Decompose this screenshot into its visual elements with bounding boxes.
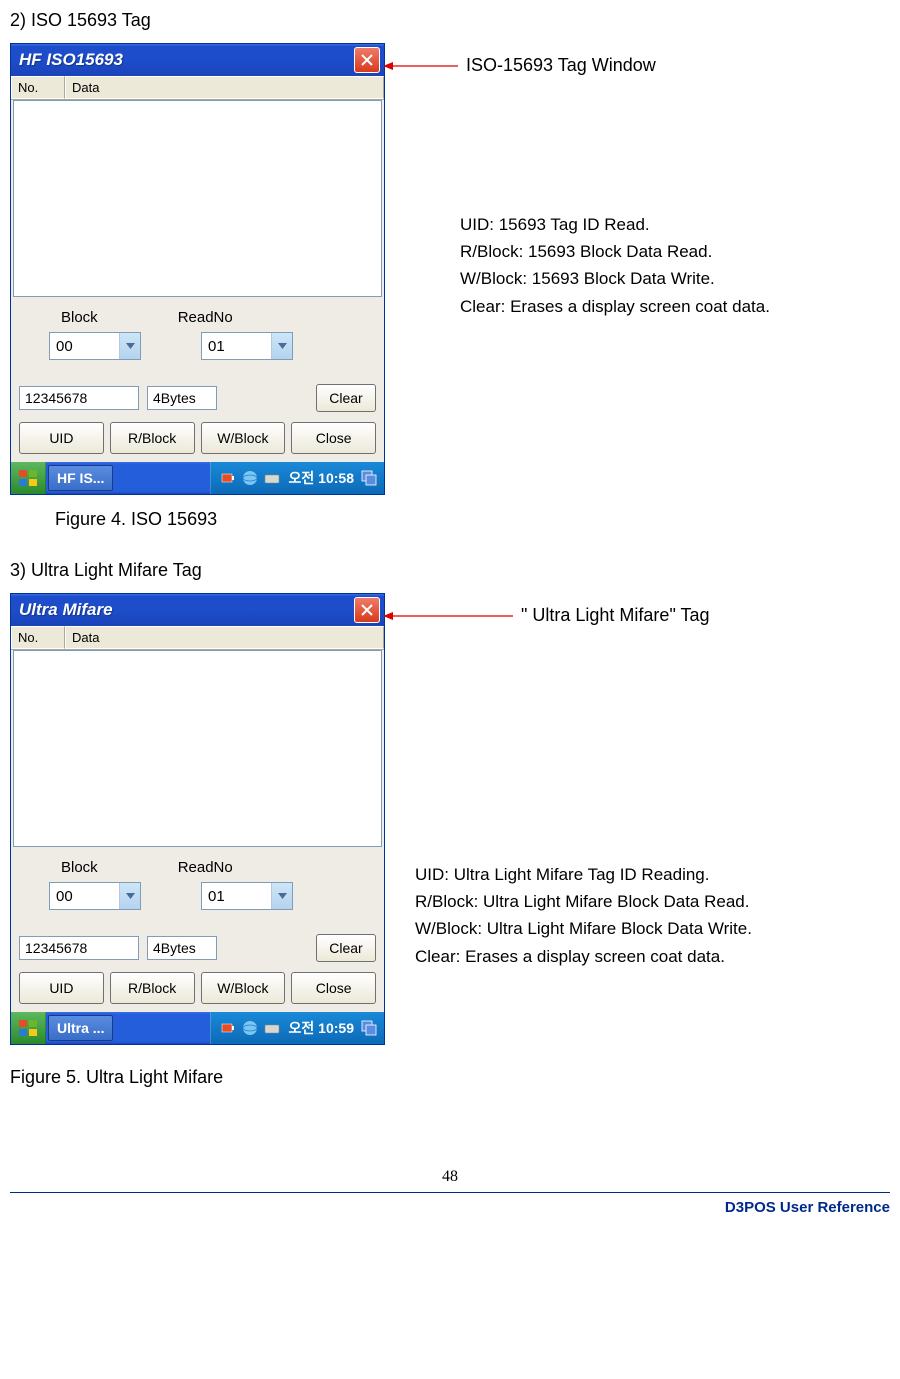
arrow-icon — [383, 60, 458, 72]
column-data: Data — [65, 626, 384, 649]
chevron-down-icon[interactable] — [119, 333, 140, 359]
desc-line: W/Block: Ultra Light Mifare Block Data W… — [415, 915, 890, 942]
desc-line: W/Block: 15693 Block Data Write. — [460, 265, 890, 292]
section-1-heading: 2) ISO 15693 Tag — [10, 10, 890, 31]
label-readno: ReadNo — [178, 309, 233, 326]
network-icon[interactable] — [241, 1019, 259, 1037]
wblock-button[interactable]: W/Block — [201, 972, 286, 1004]
start-button[interactable] — [11, 1012, 46, 1044]
description-block: UID: Ultra Light Mifare Tag ID Reading. … — [415, 861, 890, 970]
callout-label: ISO-15693 Tag Window — [466, 55, 656, 76]
bytes-input[interactable] — [147, 386, 217, 410]
close-icon[interactable] — [354, 47, 380, 73]
uid-button[interactable]: UID — [19, 972, 104, 1004]
table-header: No. Data — [11, 76, 384, 100]
keyboard-icon[interactable] — [263, 469, 281, 487]
titlebar: Ultra Mifare — [11, 594, 384, 626]
uid-button[interactable]: UID — [19, 422, 104, 454]
rblock-button[interactable]: R/Block — [110, 422, 195, 454]
bytes-input[interactable] — [147, 936, 217, 960]
network-icon[interactable] — [241, 469, 259, 487]
figure-caption: Figure 4. ISO 15693 — [55, 509, 890, 530]
close-icon[interactable] — [354, 597, 380, 623]
column-no: No. — [11, 626, 65, 649]
table-header: No. Data — [11, 626, 384, 650]
desc-line: R/Block: Ultra Light Mifare Block Data R… — [415, 888, 890, 915]
data-list[interactable] — [13, 100, 382, 297]
readno-combo[interactable]: 01 — [201, 332, 293, 360]
readno-value: 01 — [202, 888, 271, 905]
column-data: Data — [65, 76, 384, 99]
chevron-down-icon[interactable] — [271, 333, 292, 359]
system-tray: 오전 10:59 — [210, 1012, 384, 1044]
label-block: Block — [61, 309, 98, 326]
taskbar-item[interactable]: Ultra ... — [48, 1015, 113, 1041]
chevron-down-icon[interactable] — [271, 883, 292, 909]
taskbar: HF IS... 오전 10:58 — [11, 462, 384, 494]
rblock-button[interactable]: R/Block — [110, 972, 195, 1004]
wblock-button[interactable]: W/Block — [201, 422, 286, 454]
keyboard-icon[interactable] — [263, 1019, 281, 1037]
window-title: Ultra Mifare — [19, 600, 113, 620]
readno-combo[interactable]: 01 — [201, 882, 293, 910]
system-tray: 오전 10:58 — [210, 462, 384, 494]
page-number: 48 — [10, 1168, 890, 1186]
iso15693-window: HF ISO15693 No. Data Block ReadNo 00 — [10, 43, 385, 495]
hex-input[interactable] — [19, 936, 139, 960]
footer-reference: D3POS User Reference — [10, 1199, 890, 1216]
taskbar-item[interactable]: HF IS... — [48, 465, 113, 491]
windows-logo-icon — [18, 1019, 38, 1037]
windows-logo-icon — [18, 469, 38, 487]
taskbar: Ultra ... 오전 10:59 — [11, 1012, 384, 1044]
readno-value: 01 — [202, 338, 271, 355]
block-combo[interactable]: 00 — [49, 882, 141, 910]
titlebar: HF ISO15693 — [11, 44, 384, 76]
block-value: 00 — [50, 338, 119, 355]
close-button[interactable]: Close — [291, 422, 376, 454]
clock[interactable]: 오전 10:59 — [289, 1018, 354, 1038]
start-button[interactable] — [11, 462, 46, 494]
block-combo[interactable]: 00 — [49, 332, 141, 360]
desktop-icon[interactable] — [360, 469, 378, 487]
desc-line: Clear: Erases a display screen coat data… — [415, 943, 890, 970]
arrow-icon — [383, 610, 513, 622]
description-block: UID: 15693 Tag ID Read. R/Block: 15693 B… — [460, 211, 890, 320]
clear-button[interactable]: Clear — [316, 384, 376, 412]
column-no: No. — [11, 76, 65, 99]
callout-label: " Ultra Light Mifare" Tag — [521, 605, 710, 626]
close-button[interactable]: Close — [291, 972, 376, 1004]
clear-button[interactable]: Clear — [316, 934, 376, 962]
data-list[interactable] — [13, 650, 382, 847]
hex-input[interactable] — [19, 386, 139, 410]
window-title: HF ISO15693 — [19, 50, 123, 70]
desc-line: UID: Ultra Light Mifare Tag ID Reading. — [415, 861, 890, 888]
footer-rule — [10, 1192, 890, 1193]
desc-line: R/Block: 15693 Block Data Read. — [460, 238, 890, 265]
label-readno: ReadNo — [178, 859, 233, 876]
clock[interactable]: 오전 10:58 — [289, 468, 354, 488]
figure-caption: Figure 5. Ultra Light Mifare — [10, 1067, 890, 1088]
label-block: Block — [61, 859, 98, 876]
battery-icon[interactable] — [219, 469, 237, 487]
desc-line: UID: 15693 Tag ID Read. — [460, 211, 890, 238]
desc-line: Clear: Erases a display screen coat data… — [460, 293, 890, 320]
desktop-icon[interactable] — [360, 1019, 378, 1037]
chevron-down-icon[interactable] — [119, 883, 140, 909]
block-value: 00 — [50, 888, 119, 905]
ultra-mifare-window: Ultra Mifare No. Data Block ReadNo 00 — [10, 593, 385, 1045]
section-2-heading: 3) Ultra Light Mifare Tag — [10, 560, 890, 581]
battery-icon[interactable] — [219, 1019, 237, 1037]
